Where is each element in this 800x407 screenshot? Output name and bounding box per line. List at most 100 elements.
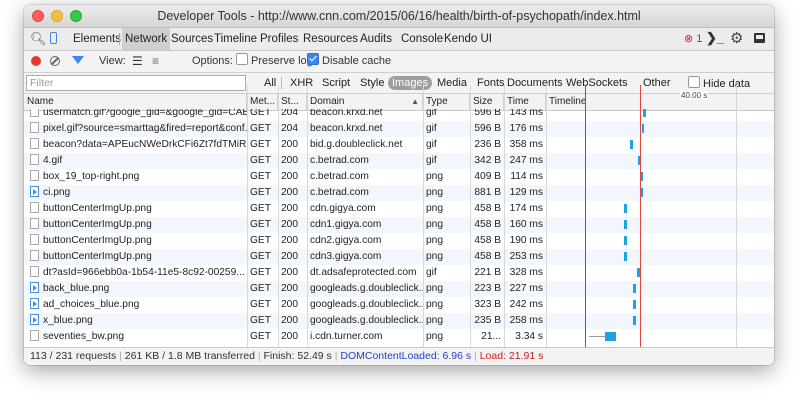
filter-type-xhr[interactable]: XHR (286, 76, 317, 90)
tab-network[interactable]: Network (122, 28, 171, 50)
table-row[interactable]: 4.gif GET 200 c.betrad.com gif 342 B 247 ms (24, 153, 774, 169)
file-icon (30, 218, 39, 229)
minimize-window-button[interactable] (51, 10, 63, 22)
cell-type: gif (426, 123, 437, 134)
col-size-header[interactable]: Size (470, 94, 504, 110)
tab-console[interactable]: Console (398, 28, 446, 50)
cell-size: 223 B (474, 283, 501, 294)
table-row[interactable]: buttonCenterImgUp.png GET 200 cdn1.gigya.co… (24, 217, 774, 233)
col-domain-label: Domain (310, 96, 345, 107)
tab-separator (119, 33, 120, 45)
table-row[interactable]: buttonCenterImgUp.png GET 200 cdn3.gigya.co… (24, 249, 774, 265)
large-rows-icon[interactable]: ☰ (132, 51, 143, 72)
cell-method: GET (250, 139, 271, 150)
timeline-tick-label: 40.00 s (680, 91, 709, 100)
title-bar: Developer Tools - http://www.cnn.com/201… (24, 5, 774, 28)
request-name: buttonCenterImgUp.png (43, 219, 152, 230)
preserve-log-checkbox[interactable]: Preserve log (236, 51, 313, 72)
status-bar: 113 / 231 requests | 261 KB / 1.8 MB tra… (24, 347, 774, 365)
cell-status: 204 (281, 109, 298, 118)
disable-cache-checkbox[interactable]: Disable cache (307, 51, 391, 72)
record-icon[interactable] (31, 56, 41, 66)
filter-type-images[interactable]: Images (388, 76, 433, 90)
table-row[interactable]: pixel.gif?source=smarttag&fired=report&c… (24, 121, 774, 137)
cell-size: 323 B (474, 299, 501, 310)
tab-elements[interactable]: Elements (70, 28, 124, 50)
tab-profiles[interactable]: Profiles (257, 28, 301, 50)
cell-size: 458 B (474, 235, 501, 246)
col-name-header[interactable]: Name (24, 94, 247, 110)
filter-icon[interactable] (72, 56, 84, 64)
dock-side-icon[interactable] (754, 33, 765, 43)
overview-icon[interactable]: ≡ (152, 51, 159, 72)
column-divider (504, 85, 505, 347)
device-mode-icon[interactable] (50, 32, 57, 44)
cell-name: 4.gif (27, 153, 247, 169)
col-type-header[interactable]: Type (423, 94, 470, 110)
cell-status: 200 (281, 219, 298, 230)
filter-type-script[interactable]: Script (318, 76, 354, 90)
cell-method: GET (250, 235, 271, 246)
table-row[interactable]: dt?asId=966ebb0a-1b54-11e5-8c92-00259...… (24, 265, 774, 281)
table-row[interactable]: box_19_top-right.png GET 200 c.betrad.com pn… (24, 169, 774, 185)
cell-domain: cdn1.gigya.com (310, 219, 382, 230)
tab-sources[interactable]: Sources (168, 28, 216, 50)
close-window-button[interactable] (32, 10, 44, 22)
cell-name: x_blue.png (27, 313, 247, 329)
cell-name: dt?asId=966ebb0a-1b54-11e5-8c92-00259... (27, 265, 247, 281)
cell-name: buttonCenterImgUp.png (27, 201, 247, 217)
filter-type-other[interactable]: Other (639, 76, 675, 90)
cell-time: 328 ms (509, 267, 543, 278)
checkbox-box (236, 53, 248, 65)
timeline-bar (641, 188, 643, 197)
cell-domain: googleads.g.doubleclick... (310, 315, 423, 326)
request-name: buttonCenterImgUp.png (43, 235, 152, 246)
table-row[interactable]: beacon?data=APEucNWeDrkCFi6Zt7fdTMiRO...… (24, 137, 774, 153)
cell-time: 176 ms (509, 123, 543, 134)
request-count: 113 / 231 requests (30, 350, 117, 362)
cell-time: 174 ms (509, 203, 543, 214)
clear-icon[interactable] (50, 56, 60, 66)
col-timeline-header[interactable]: Timeline (546, 94, 774, 110)
gear-icon[interactable]: ⚙ (730, 29, 743, 47)
cell-time: 247 ms (509, 155, 543, 166)
search-icon[interactable]: 🔍︎ (30, 31, 47, 47)
table-row[interactable]: usermatch.gif?google_gid=&google_gid=CAE… (24, 109, 774, 121)
file-icon (30, 122, 39, 133)
request-name: back_blue.png (43, 283, 110, 294)
cell-time: 160 ms (509, 219, 543, 230)
table-row[interactable]: x_blue.png GET 200 googleads.g.doubleclick.… (24, 313, 774, 329)
tab-kendo-ui[interactable]: Kendo UI (441, 28, 495, 50)
filter-type-websockets[interactable]: WebSockets (562, 76, 632, 90)
table-row[interactable]: buttonCenterImgUp.png GET 200 cdn2.gigya.co… (24, 233, 774, 249)
filter-type-style[interactable]: Style (356, 76, 388, 90)
tab-resources[interactable]: Resources (300, 28, 361, 50)
filter-input[interactable] (26, 75, 246, 91)
filter-type-media[interactable]: Media (433, 76, 471, 90)
col-status-header[interactable]: St... (278, 94, 307, 110)
table-row[interactable]: ci.png GET 200 c.betrad.com png 881 B 129 ms (24, 185, 774, 201)
table-row[interactable]: buttonCenterImgUp.png GET 200 cdn.gigya.com… (24, 201, 774, 217)
transferred-size: 261 KB / 1.8 MB transferred (124, 350, 255, 362)
cell-type: png (426, 235, 443, 246)
col-time-header[interactable]: Time (504, 94, 546, 110)
cell-size: 21... (481, 331, 501, 342)
cell-status: 200 (281, 267, 298, 278)
column-divider (278, 85, 279, 347)
cell-domain: googleads.g.doubleclick... (310, 299, 423, 310)
tab-timeline[interactable]: Timeline (211, 28, 260, 50)
table-row[interactable]: ad_choices_blue.png GET 200 googleads.g.dou… (24, 297, 774, 313)
cell-method: GET (250, 187, 271, 198)
table-row[interactable]: back_blue.png GET 200 googleads.g.doublecli… (24, 281, 774, 297)
table-row[interactable]: seventies_bw.png GET 200 i.cdn.turner.com pn… (24, 329, 774, 345)
cell-method: GET (250, 283, 271, 294)
tab-audits[interactable]: Audits (357, 28, 395, 50)
error-indicator[interactable]: ⊗ 1 (684, 28, 702, 50)
filter-type-documents[interactable]: Documents (503, 76, 567, 90)
console-drawer-icon[interactable]: ❯_ (706, 30, 724, 46)
filter-separator (281, 77, 282, 89)
col-method-header[interactable]: Met... (247, 94, 278, 110)
cell-size: 236 B (474, 139, 501, 150)
zoom-window-button[interactable] (70, 10, 82, 22)
col-domain-header[interactable]: Domain ▲ (307, 94, 423, 110)
